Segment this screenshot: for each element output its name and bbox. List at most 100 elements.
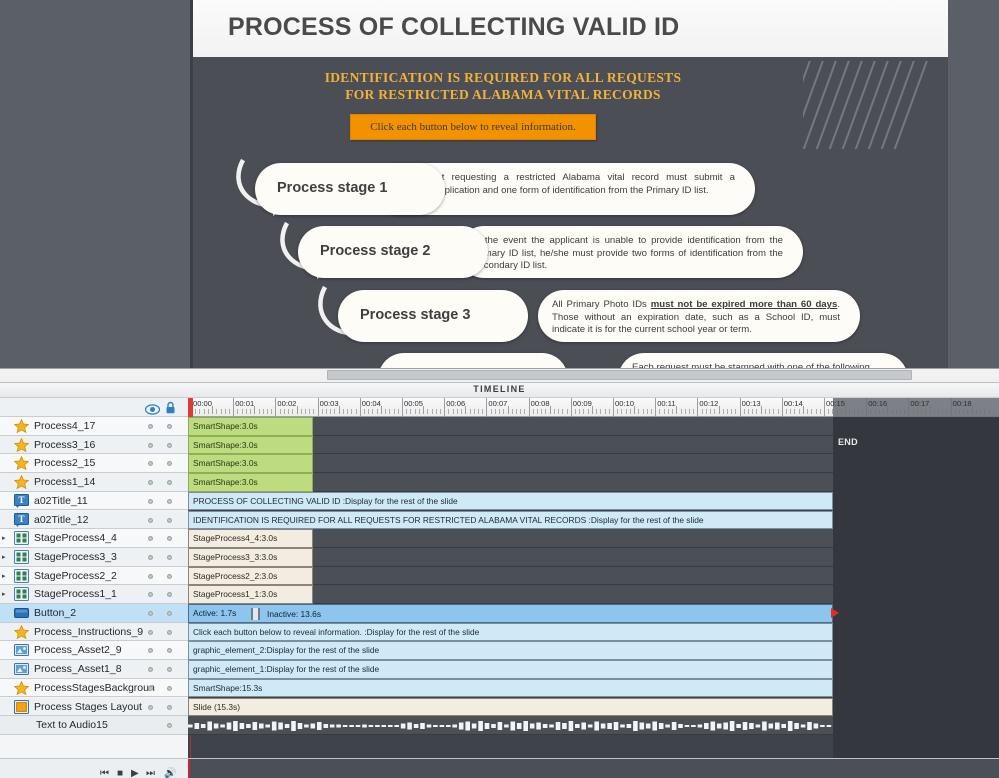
timeline-row-process1-14[interactable]: Process1_14	[0, 473, 188, 492]
process-stage-1-pill[interactable]: Process stage 1	[255, 163, 445, 215]
timeline-row-processstagesbackgroun[interactable]: ProcessStagesBackgroun	[0, 678, 188, 698]
timeline-clip-a02title-12[interactable]: IDENTIFICATION IS REQUIRED FOR ALL REQUE…	[188, 510, 833, 530]
timeline-row-process4-17[interactable]: Process4_17	[0, 417, 188, 436]
mute-audio-button[interactable]: 🔊	[164, 768, 176, 778]
timeline-clip-a02title-11[interactable]: PROCESS OF COLLECTING VALID ID :Display …	[188, 491, 833, 511]
process-stage-4[interactable]: Each request must be stamped with one of…	[378, 353, 908, 368]
playhead-handle[interactable]	[188, 398, 193, 417]
timeline-clip-button-2[interactable]: Active: 1.7s Inactive: 13.6s	[188, 604, 833, 623]
row-lock-toggle[interactable]	[167, 723, 172, 729]
chevron-right-icon[interactable]: ▸	[2, 535, 9, 542]
timeline-clip-process3-16[interactable]: SmartShape:3.0s	[188, 435, 313, 455]
process-stage-3-pill[interactable]: Process stage 3	[338, 290, 528, 342]
row-visibility-toggle[interactable]	[148, 667, 153, 673]
row-visibility-toggle[interactable]	[148, 611, 153, 616]
row-visibility-toggle[interactable]	[148, 573, 153, 579]
timeline-clip-processstagesbackgroun[interactable]: SmartShape:15.3s	[188, 678, 833, 698]
ruler-minor-tick	[735, 409, 737, 414]
timeline-row-a02title-11[interactable]: Ta02Title_11	[0, 491, 188, 511]
process-stage-2[interactable]: In the event the applicant is unable to …	[298, 226, 803, 278]
timeline-row-button-2[interactable]: Button_2	[0, 604, 188, 623]
row-lock-toggle[interactable]	[167, 442, 172, 448]
timeline-clip-stageprocess3-3[interactable]: StageProcess3_3:3.0s	[188, 547, 313, 567]
timeline-clip-process-asset1-8[interactable]: graphic_element_1:Display for the rest o…	[188, 660, 833, 679]
timeline-row-stageprocess4-4[interactable]: ▸ StageProcess4_4	[0, 529, 188, 548]
row-lock-toggle[interactable]	[167, 498, 172, 504]
timeline-row-process-stages-layout[interactable]: Process Stages Layout	[0, 697, 188, 717]
hatch-decoration	[803, 61, 933, 149]
row-visibility-toggle[interactable]	[148, 592, 153, 598]
process-stage-1[interactable]: An applicant requesting a restricted Ala…	[255, 163, 755, 215]
row-visibility-toggle[interactable]	[148, 424, 153, 429]
row-visibility-toggle[interactable]	[148, 704, 153, 710]
chevron-right-icon[interactable]: ▸	[2, 554, 9, 561]
row-lock-toggle[interactable]	[167, 629, 172, 635]
ruler-tick-label: 00:13	[741, 399, 761, 408]
row-visibility-toggle[interactable]	[148, 648, 153, 654]
row-visibility-toggle[interactable]	[148, 442, 153, 448]
row-visibility-toggle[interactable]	[148, 498, 153, 504]
image-icon	[14, 643, 29, 657]
ruler-minor-tick	[410, 409, 412, 414]
row-lock-toggle[interactable]	[167, 554, 172, 560]
timeline-clip-process-instructions-9[interactable]: Click each button below to reveal inform…	[188, 622, 833, 642]
rewind-to-start-button[interactable]: ⏮	[100, 768, 109, 778]
row-lock-toggle[interactable]	[167, 611, 172, 616]
timeline-row-text-to-audio15[interactable]: Text to Audio15	[0, 716, 188, 735]
row-visibility-toggle[interactable]	[148, 461, 153, 467]
timeline-row-process-asset1-8[interactable]: Process_Asset1_8	[0, 660, 188, 679]
row-lock-toggle[interactable]	[167, 461, 172, 467]
row-visibility-toggle[interactable]	[148, 517, 153, 523]
audio-waveform[interactable]	[188, 713, 833, 739]
row-visibility-toggle[interactable]	[148, 536, 153, 542]
timeline-row-stageprocess1-1[interactable]: ▸ StageProcess1_1	[0, 585, 188, 604]
chevron-right-icon[interactable]: ▸	[2, 591, 9, 598]
row-lock-toggle[interactable]	[167, 648, 172, 654]
forward-to-end-button[interactable]: ⏭	[146, 768, 155, 778]
row-visibility-toggle[interactable]	[148, 554, 153, 560]
chevron-right-icon[interactable]: ▸	[2, 573, 9, 580]
play-button[interactable]: ▶	[131, 768, 139, 778]
ruler-minor-tick	[650, 409, 652, 414]
timeline-clip-stageprocess2-2[interactable]: StageProcess2_2:3.0s	[188, 566, 313, 586]
row-lock-toggle[interactable]	[167, 667, 172, 673]
row-lock-toggle[interactable]	[167, 536, 172, 542]
row-lock-toggle[interactable]	[167, 685, 172, 691]
process-stage-3[interactable]: All Primary Photo IDs must not be expire…	[338, 290, 860, 342]
slide-canvas[interactable]: PROCESS OF COLLECTING VALID ID IDENTIFIC…	[190, 0, 948, 368]
timeline-row-process-instructions-9[interactable]: Process_Instructions_9	[0, 622, 188, 642]
row-lock-toggle[interactable]	[167, 480, 172, 486]
timeline-clip-process4-17[interactable]: SmartShape:3.0s	[188, 417, 313, 436]
timeline-row-process3-16[interactable]: Process3_16	[0, 435, 188, 455]
row-lock-toggle[interactable]	[167, 704, 172, 710]
reveal-information-button[interactable]: Click each button below to reveal inform…	[350, 114, 596, 140]
row-lock-toggle[interactable]	[167, 424, 172, 429]
clip-end-marker-arrow[interactable]	[831, 608, 839, 618]
row-visibility-toggle[interactable]	[148, 480, 153, 486]
timeline-clip-process-asset2-9[interactable]: graphic_element_2:Display for the rest o…	[188, 641, 833, 661]
timeline-clip-process1-14[interactable]: SmartShape:3.0s	[188, 473, 313, 492]
star-icon	[13, 474, 30, 490]
timeline-clip-stageprocess1-1[interactable]: StageProcess1_1:3.0s	[188, 585, 313, 604]
timeline-row-process-asset2-9[interactable]: Process_Asset2_9	[0, 641, 188, 661]
row-visibility-toggle[interactable]	[148, 629, 153, 635]
timeline-clip-stageprocess4-4[interactable]: StageProcess4_4:3.0s	[188, 529, 313, 548]
timeline-row-stageprocess2-2[interactable]: ▸ StageProcess2_2	[0, 566, 188, 586]
stop-button[interactable]: ■	[117, 768, 123, 778]
row-lock-toggle[interactable]	[167, 517, 172, 523]
row-lock-toggle[interactable]	[167, 573, 172, 579]
timeline-row-label: a02Title_12	[34, 513, 89, 526]
button-state-divider[interactable]	[251, 608, 260, 620]
timeline-beyond-end-area	[833, 417, 999, 778]
timeline-clip-process2-15[interactable]: SmartShape:3.0s	[188, 454, 313, 474]
timeline-row-a02title-12[interactable]: Ta02Title_12	[0, 510, 188, 530]
row-visibility-toggle[interactable]	[148, 685, 153, 691]
hscrollbar-thumb[interactable]	[327, 370, 912, 380]
timeline-track-area[interactable]: END 00:00 00:01 00:02 00:03 00:04 00:05 00:06 0…	[188, 398, 999, 778]
process-stage-2-pill[interactable]: Process stage 2	[298, 226, 488, 278]
process-stage-4-pill[interactable]	[378, 353, 568, 368]
row-lock-toggle[interactable]	[167, 592, 172, 598]
timeline-row-stageprocess3-3[interactable]: ▸ StageProcess3_3	[0, 547, 188, 567]
timeline-row-label: Process_Asset1_8	[34, 663, 122, 676]
timeline-row-process2-15[interactable]: Process2_15	[0, 454, 188, 474]
